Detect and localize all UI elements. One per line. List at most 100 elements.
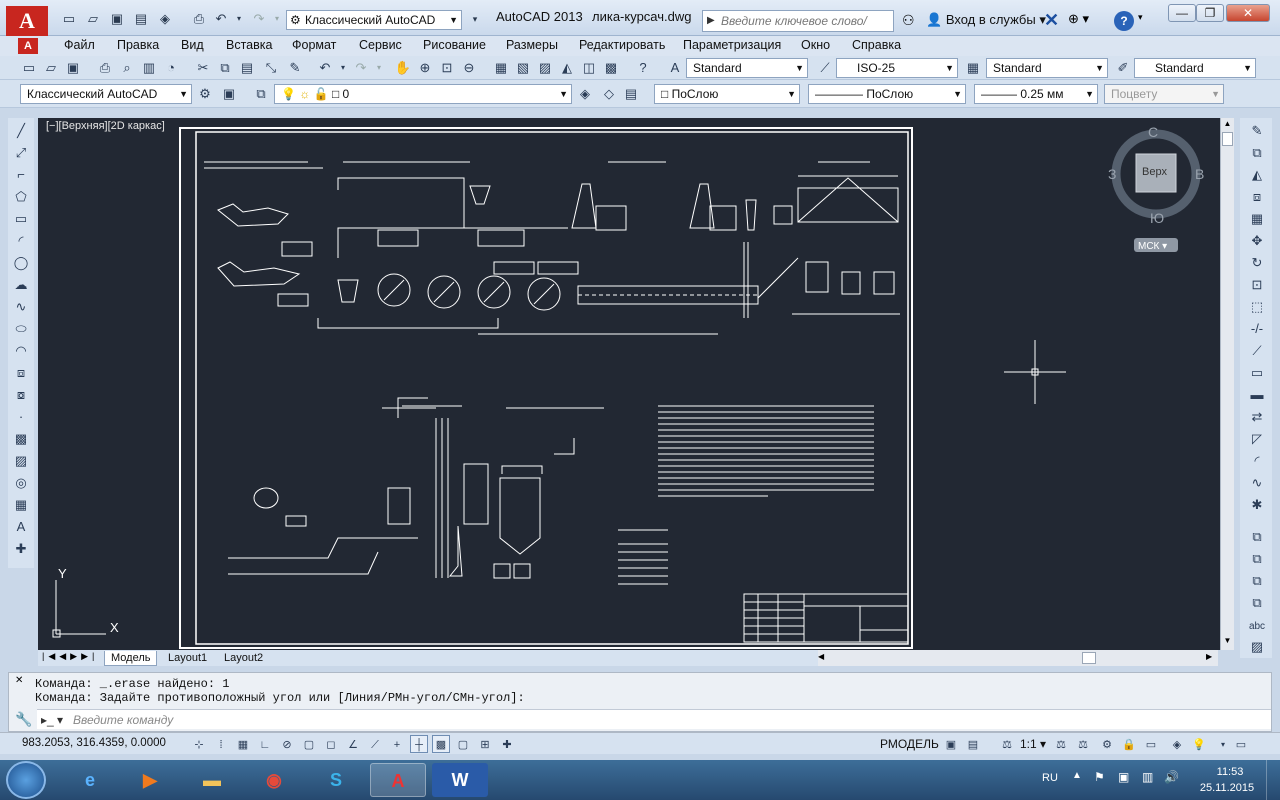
close-button[interactable]: ✕ xyxy=(1226,4,1270,22)
gradient-icon[interactable]: ▨ xyxy=(12,452,30,470)
workspace-combo[interactable]: Классический AutoCAD ▼ xyxy=(20,84,192,104)
annotation-scale[interactable]: 1:1 ▾ xyxy=(1020,737,1046,751)
lineweight-toggle-icon[interactable]: ┼ xyxy=(410,735,428,753)
infer-constraints-icon[interactable]: ⊹ xyxy=(190,735,208,753)
workspace-settings-icon[interactable]: ⚙ xyxy=(196,85,214,103)
annotation-monitor-icon[interactable]: ✚ xyxy=(498,735,516,753)
show-desktop-button[interactable] xyxy=(1266,760,1280,800)
properties-icon[interactable]: ▦ xyxy=(492,59,510,77)
revision-cloud-icon[interactable]: ☁ xyxy=(12,276,30,294)
layer-previous-icon[interactable]: ◇ xyxy=(600,85,618,103)
command-prompt-icon[interactable]: ▸_ ▾ xyxy=(41,710,63,730)
rotate-icon[interactable]: ↻ xyxy=(1248,254,1266,272)
annotation-visibility-icon[interactable]: ⚖ xyxy=(1052,735,1070,753)
web-icon[interactable]: ◈ xyxy=(156,11,174,27)
undo-dropdown-icon[interactable]: ▾ xyxy=(230,11,248,27)
plot-preview-icon[interactable]: ⌕ xyxy=(118,59,136,77)
transparency-icon[interactable]: ▩ xyxy=(432,735,450,753)
rectangle-icon[interactable]: ▭ xyxy=(12,210,30,228)
lock-ui-icon[interactable]: 🔒 xyxy=(1120,735,1138,753)
quick-properties-icon[interactable]: ▢ xyxy=(454,735,472,753)
clock-date[interactable]: 25.11.2015 xyxy=(1196,782,1258,794)
tray-network-icon[interactable]: ▥ xyxy=(1142,770,1153,784)
circle-icon[interactable]: ◯ xyxy=(12,254,30,272)
save-as-icon[interactable]: ▤ xyxy=(132,11,150,27)
undo-icon[interactable]: ↶ xyxy=(316,59,334,77)
tray-volume-icon[interactable]: 🔊 xyxy=(1164,770,1179,784)
scale-icon[interactable]: ⊡ xyxy=(1248,276,1266,294)
spline-icon[interactable]: ∿ xyxy=(12,298,30,316)
mleader-style-icon[interactable]: ✐ xyxy=(1114,59,1132,77)
horizontal-scroll-thumb[interactable] xyxy=(1082,652,1096,664)
explorer-icon[interactable]: ▬ xyxy=(184,763,240,797)
offset-icon[interactable]: ⧈ xyxy=(1248,188,1266,206)
snap-mode-icon[interactable]: ⁞ xyxy=(212,735,230,753)
insert-block-icon[interactable]: ⧈ xyxy=(12,364,30,382)
make-current-layer-icon[interactable]: ◈ xyxy=(576,85,594,103)
hatch-icon[interactable]: ▩ xyxy=(12,430,30,448)
autocad-logo-icon[interactable]: A xyxy=(6,6,48,36)
new-icon[interactable]: ▭ xyxy=(20,59,38,77)
plot-icon[interactable]: ⎙ xyxy=(96,59,114,77)
quick-view-layouts-icon[interactable]: ▣ xyxy=(942,735,960,753)
scroll-left-icon[interactable]: ◀ xyxy=(818,652,824,661)
copy-icon[interactable]: ⧉ xyxy=(216,59,234,77)
menu-help[interactable]: Справка xyxy=(852,36,901,56)
maximize-button[interactable]: ❐ xyxy=(1196,4,1224,22)
viewcube-west[interactable]: З xyxy=(1108,166,1116,182)
login-button[interactable]: 👤 Вход в службы ▾ xyxy=(926,12,1046,28)
selection-cycling-icon[interactable]: ⊞ xyxy=(476,735,494,753)
erase-icon[interactable]: ✎ xyxy=(1248,122,1266,140)
autocad-taskbar-icon[interactable]: A xyxy=(370,763,426,797)
paste-icon[interactable]: ▤ xyxy=(238,59,256,77)
3d-print-icon[interactable]: ◔ xyxy=(162,59,180,77)
lightbulb-icon[interactable]: 💡 xyxy=(1190,735,1208,753)
new-file-icon[interactable]: ▭ xyxy=(60,11,78,27)
draworder-above-icon[interactable]: ⧉ xyxy=(1248,572,1266,590)
coordinates-readout[interactable]: 983.2053, 316.4359, 0.0000 xyxy=(22,737,166,749)
table-style-select[interactable]: Standard ▼ xyxy=(986,58,1108,78)
ducs-icon[interactable]: ⟋ xyxy=(366,735,384,753)
dyn-input-icon[interactable]: + xyxy=(388,735,406,753)
ellipse-arc-icon[interactable]: ◠ xyxy=(12,342,30,360)
arc-icon[interactable]: ◜ xyxy=(12,232,30,250)
vertical-scroll-thumb[interactable] xyxy=(1222,132,1233,146)
fillet-icon[interactable]: ◜ xyxy=(1248,452,1266,470)
cut-icon[interactable]: ✂ xyxy=(194,59,212,77)
osnap-icon[interactable]: ▢ xyxy=(300,735,318,753)
layer-state-icon[interactable]: ▤ xyxy=(622,85,640,103)
viewcube-north[interactable]: С xyxy=(1148,124,1158,140)
binoculars-icon[interactable]: ⚇ xyxy=(902,12,915,29)
draworder-front-icon[interactable]: ⧉ xyxy=(1248,528,1266,546)
tray-flag-icon[interactable]: ⚑ xyxy=(1094,770,1105,784)
ucs-menu-button[interactable]: МСК ▾ xyxy=(1138,241,1167,252)
sheet-set-icon[interactable]: ◭ xyxy=(558,59,576,77)
undo-dropdown-icon[interactable]: ▾ xyxy=(334,59,352,77)
zoom-realtime-icon[interactable]: ⊕ xyxy=(416,59,434,77)
scroll-right-icon[interactable]: ▶ xyxy=(1206,652,1212,661)
tool-palettes-icon[interactable]: ▨ xyxy=(536,59,554,77)
wrench-icon[interactable]: 🔧 xyxy=(15,711,32,728)
lineweight-select[interactable]: ——— 0.25 мм ▼ xyxy=(974,84,1098,104)
quick-access-dropdown-icon[interactable]: ▾ xyxy=(466,11,484,27)
tab-navigation-icons[interactable]: |◀◀▶▶| xyxy=(42,651,98,662)
redo-icon[interactable]: ↷ xyxy=(352,59,370,77)
media-player-icon[interactable]: ▶ xyxy=(122,763,178,797)
help-icon[interactable]: ? xyxy=(1114,11,1134,31)
point-icon[interactable]: · xyxy=(12,408,30,426)
publish-icon[interactable]: ▥ xyxy=(140,59,158,77)
clean-screen-icon[interactable]: ▭ xyxy=(1232,735,1250,753)
polar-icon[interactable]: ⊘ xyxy=(278,735,296,753)
grid-icon[interactable]: ▦ xyxy=(234,735,252,753)
stretch-icon[interactable]: ⬚ xyxy=(1248,298,1266,316)
quick-view-drawings-icon[interactable]: ▤ xyxy=(964,735,982,753)
dim-style-select[interactable]: ISO-25 ▼ xyxy=(836,58,958,78)
polygon-icon[interactable]: ⬠ xyxy=(12,188,30,206)
chamfer-icon[interactable]: ◸ xyxy=(1248,430,1266,448)
viewcube-face[interactable]: Верх xyxy=(1142,166,1167,178)
copy-object-icon[interactable]: ⧉ xyxy=(1248,144,1266,162)
command-input[interactable]: ▸_ ▾ Введите команду xyxy=(37,709,1271,729)
tab-layout1[interactable]: Layout1 xyxy=(162,651,213,666)
text-above-icon[interactable]: abc xyxy=(1248,618,1266,636)
horizontal-scrollbar[interactable]: ◀ ▶ xyxy=(818,650,1218,666)
